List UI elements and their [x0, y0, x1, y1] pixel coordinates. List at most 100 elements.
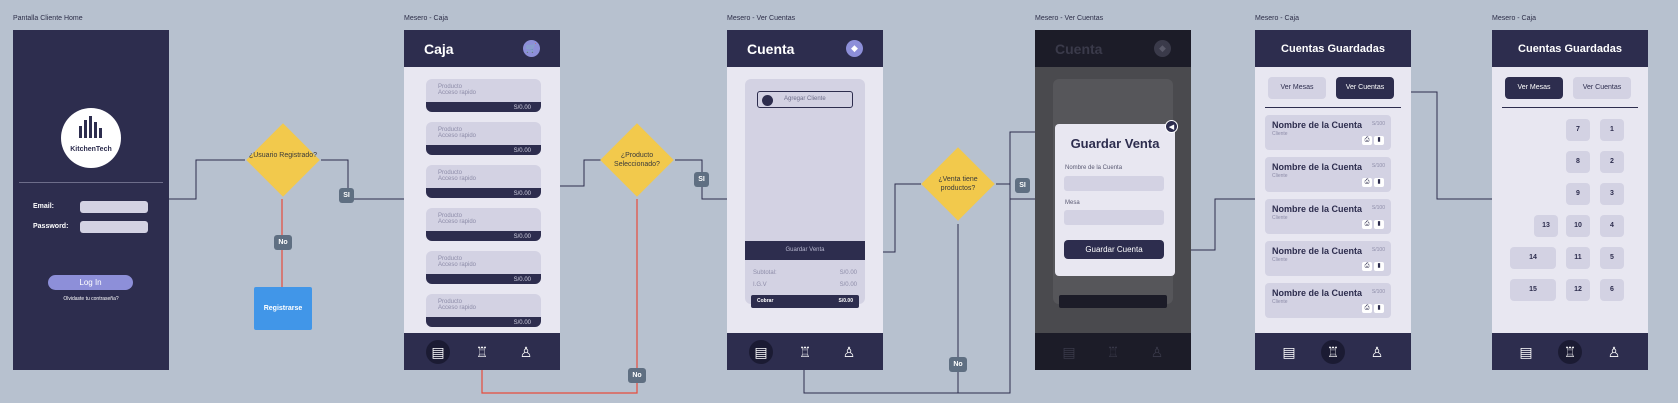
print-icon: ⎙ — [1362, 220, 1372, 229]
email-field[interactable] — [80, 201, 148, 213]
trash-icon: ▮ — [1374, 304, 1384, 313]
table-button[interactable]: 8 — [1566, 151, 1590, 173]
table-button[interactable]: 4 — [1600, 215, 1624, 237]
save-sale-modal: Guardar Venta ◀ Nombre de la Cuenta Mesa… — [1055, 120, 1178, 276]
saved-account-item[interactable]: Nombre de la Cuenta S/100 Cliente ⎙ ▮ — [1265, 241, 1391, 276]
add-client-label: Agregar Cliente — [784, 96, 826, 102]
cash-register-icon[interactable]: ▤ — [426, 340, 450, 364]
cash-register-icon[interactable]: ▤ — [749, 340, 773, 364]
table-button[interactable]: 2 — [1600, 151, 1624, 173]
tables-body: Ver Mesas Ver Cuentas 7 1 8 2 9 3 13 10 … — [1492, 67, 1648, 333]
table-button[interactable]: 14 — [1510, 247, 1556, 269]
dining-table-icon[interactable]: ♖ — [1321, 340, 1345, 364]
chef-icon[interactable]: ♙ — [837, 340, 861, 364]
tag-si-1: SI — [339, 188, 354, 203]
tables-navbar: ▤ ♖ ♙ — [1492, 333, 1648, 370]
chef-icon[interactable]: ♙ — [1365, 340, 1389, 364]
tag-icon[interactable]: ◆ — [846, 40, 863, 57]
table-button[interactable]: 13 — [1534, 215, 1558, 237]
cuenta-header: Cuenta ◆ — [727, 30, 883, 67]
product-card[interactable]: Producto Acceso rapido S/0.00 — [426, 294, 541, 327]
caja-navbar: ▤ ♖ ♙ — [404, 333, 560, 370]
table-label: Mesa — [1065, 200, 1080, 206]
account-name-field[interactable] — [1064, 176, 1164, 191]
logo: KitchenTech — [61, 108, 121, 168]
saved-account-item[interactable]: Nombre de la Cuenta S/100 Cliente ⎙ ▮ — [1265, 199, 1391, 234]
cuenta-navbar: ▤ ♖ ♙ — [727, 333, 883, 370]
saved-title: Cuentas Guardadas — [1281, 43, 1385, 55]
forgot-password-link[interactable]: Olvidaste tu contraseña? — [13, 296, 169, 302]
cuenta-modal-frame: Cuenta ◆ ▤ ♖ ♙ Guardar Venta ◀ Nombre de… — [1035, 30, 1191, 370]
print-icon: ⎙ — [1362, 178, 1372, 187]
decision-user-registered-text: ¿Usuario Registrado? — [248, 152, 318, 159]
trash-icon: ▮ — [1374, 178, 1384, 187]
cuenta-header-dim: Cuenta ◆ — [1035, 30, 1191, 67]
tab-view-tables[interactable]: Ver Mesas — [1268, 77, 1326, 99]
password-field[interactable] — [80, 221, 148, 233]
tag-si-3: SI — [1015, 178, 1030, 193]
cart-icon[interactable]: 🛒 — [523, 40, 540, 57]
dining-table-icon[interactable]: ♖ — [1558, 340, 1582, 364]
table-button[interactable]: 9 — [1566, 183, 1590, 205]
table-field[interactable] — [1064, 210, 1164, 225]
tab-view-accounts[interactable]: Ver Cuentas — [1336, 77, 1394, 99]
dining-table-icon[interactable]: ♖ — [470, 340, 494, 364]
chef-icon[interactable]: ♙ — [1602, 340, 1626, 364]
kitchen-logo-icon — [79, 116, 102, 138]
table-button[interactable]: 1 — [1600, 119, 1624, 141]
caja-frame: Caja 🛒 Producto Acceso rapido S/0.00 Produ… — [404, 30, 560, 370]
product-card[interactable]: Producto Acceso rapido S/0.00 — [426, 251, 541, 284]
tables-header: Cuentas Guardadas — [1492, 30, 1648, 67]
tab-view-accounts[interactable]: Ver Cuentas — [1573, 77, 1631, 99]
saved-account-item[interactable]: Nombre de la Cuenta S/100 Cliente ⎙ ▮ — [1265, 115, 1391, 150]
saved-header: Cuentas Guardadas — [1255, 30, 1411, 67]
charge-button-dim — [1059, 295, 1167, 308]
table-button[interactable]: 15 — [1510, 279, 1556, 301]
cash-register-icon[interactable]: ▤ — [1277, 340, 1301, 364]
saved-account-item[interactable]: Nombre de la Cuenta S/100 Cliente ⎙ ▮ — [1265, 283, 1391, 318]
table-button[interactable]: 10 — [1566, 215, 1590, 237]
login-button[interactable]: Log In — [48, 275, 133, 290]
table-button[interactable]: 3 — [1600, 183, 1624, 205]
product-card[interactable]: Producto Acceso rapido S/0.00 — [426, 122, 541, 155]
table-button[interactable]: 5 — [1600, 247, 1624, 269]
table-button[interactable]: 6 — [1600, 279, 1624, 301]
print-icon: ⎙ — [1362, 136, 1372, 145]
product-card[interactable]: Producto Acceso rapido S/0.00 — [426, 165, 541, 198]
table-button[interactable]: 12 — [1566, 279, 1590, 301]
tab-view-tables[interactable]: Ver Mesas — [1505, 77, 1563, 99]
decision-sale-has-products-text: ¿Venta tiene productos? — [938, 176, 978, 192]
saved-account-item[interactable]: Nombre de la Cuenta S/100 Cliente ⎙ ▮ — [1265, 157, 1391, 192]
modal-title: Guardar Venta — [1070, 136, 1160, 151]
divider — [19, 182, 163, 183]
subtotal-value: S/0.00 — [839, 270, 857, 276]
product-card[interactable]: Producto Acceso rapido S/0.00 — [426, 79, 541, 112]
charge-button[interactable]: Cobrar S/0.00 — [751, 295, 859, 308]
tag-no-3: No — [949, 357, 967, 372]
speaker-icon[interactable]: ◀ — [1165, 120, 1178, 133]
table-button[interactable]: 11 — [1566, 247, 1590, 269]
igv-value: S/0.00 — [839, 282, 857, 288]
igv-label: I.G.V — [753, 282, 767, 288]
tabs-divider — [1265, 107, 1401, 108]
chef-icon[interactable]: ♙ — [514, 340, 538, 364]
client-avatar-icon — [762, 95, 773, 106]
cash-register-icon[interactable]: ▤ — [1514, 340, 1538, 364]
frame-label-cuenta-modal: Mesero - Ver Cuentas — [1035, 15, 1104, 22]
account-name-label: Nombre de la Cuenta — [1065, 165, 1123, 171]
table-button[interactable]: 7 — [1566, 119, 1590, 141]
cuenta-body: Agregar Cliente Guardar Venta Subtotal: … — [727, 67, 883, 333]
add-client-button[interactable]: Agregar Cliente — [757, 91, 853, 108]
print-icon: ⎙ — [1362, 304, 1372, 313]
home-frame: KitchenTech Email: Password: Log In Olvi… — [13, 30, 169, 370]
dining-table-icon[interactable]: ♖ — [793, 340, 817, 364]
navbar-dim: ▤ ♖ ♙ — [1035, 333, 1191, 370]
save-account-button[interactable]: Guardar Cuenta — [1064, 240, 1164, 259]
email-label: Email: — [33, 203, 55, 210]
register-button[interactable]: Registrarse — [254, 287, 312, 330]
save-sale-button[interactable]: Guardar Venta — [745, 241, 865, 260]
product-card[interactable]: Producto Acceso rapido S/0.00 — [426, 208, 541, 241]
decision-product-selected-text: ¿Producto Seleccionado? — [614, 152, 660, 168]
flow-diagram: Pantalla Cliente Home KitchenTech Email:… — [0, 0, 1678, 403]
saved-body: Ver Mesas Ver Cuentas Nombre de la Cuent… — [1255, 67, 1411, 333]
